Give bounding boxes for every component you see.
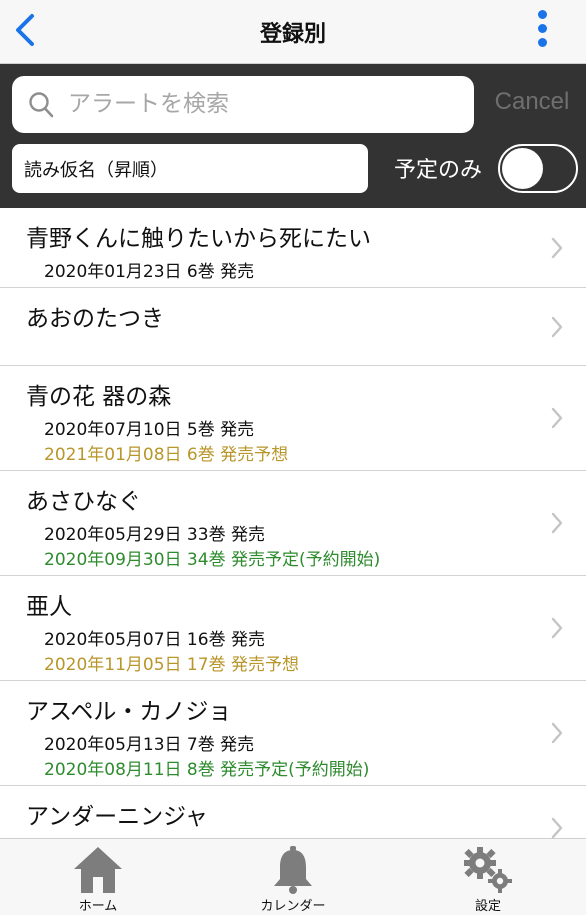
title-list: 青野くんに触りたいから死にたい 2020年01月23日 6巻 発売 あおのたつき…	[0, 208, 586, 838]
item-scheduled-info: 2020年08月11日 8巻 発売予定(予約開始)	[44, 760, 370, 780]
tab-label: ホーム	[78, 899, 118, 914]
list-item[interactable]: 亜人 2020年05月07日 16巻 発売 2020年11月05日 17巻 発売…	[0, 576, 586, 681]
list-item[interactable]: あさひなぐ 2020年05月29日 33巻 発売 2020年09月30日 34巻…	[0, 471, 586, 576]
toggle-knob	[502, 148, 543, 189]
gear-icon	[464, 847, 512, 893]
chevron-right-icon	[551, 512, 563, 534]
cancel-button[interactable]: Cancel	[486, 88, 578, 116]
search-icon	[29, 92, 54, 118]
tab-calendar[interactable]: カレンダー	[195, 839, 391, 915]
list-item[interactable]: 青の花 器の森 2020年07月10日 5巻 発売 2021年01月08日 6巻…	[0, 366, 586, 471]
item-title: あさひなぐ	[26, 489, 141, 515]
item-release-info: 2020年05月07日 16巻 発売	[44, 630, 265, 650]
item-forecast-info: 2020年11月05日 17巻 発売予想	[44, 655, 299, 675]
scheduled-only-label: 予定のみ	[394, 158, 483, 183]
tab-bar: ホーム カレンダー 設定	[0, 838, 586, 915]
search-filter-panel: Cancel 読み仮名（昇順） 予定のみ	[0, 64, 586, 208]
list-item[interactable]: アンダーニンジャ	[0, 786, 586, 838]
item-release-info: 2020年01月23日 6巻 発売	[44, 262, 255, 282]
chevron-right-icon	[551, 316, 563, 338]
item-title: アンダーニンジャ	[26, 804, 208, 830]
list-item[interactable]: アスペル・カノジョ 2020年05月13日 7巻 発売 2020年08月11日 …	[0, 681, 586, 786]
chevron-right-icon	[551, 617, 563, 639]
list-item[interactable]: 青野くんに触りたいから死にたい 2020年01月23日 6巻 発売	[0, 208, 586, 288]
home-icon	[74, 847, 122, 893]
navigation-bar: 登録別	[0, 0, 586, 64]
tab-label: 設定	[474, 899, 501, 914]
item-release-info: 2020年07月10日 5巻 発売	[44, 420, 255, 440]
item-title: 青の花 器の森	[26, 384, 172, 410]
item-title: 青野くんに触りたいから死にたい	[26, 226, 371, 252]
item-scheduled-info: 2020年09月30日 34巻 発売予定(予約開始)	[44, 550, 381, 570]
tab-label: カレンダー	[260, 899, 326, 914]
chevron-right-icon	[551, 722, 563, 744]
search-input[interactable]	[68, 84, 463, 124]
chevron-right-icon	[551, 407, 563, 429]
tab-home[interactable]: ホーム	[0, 839, 196, 915]
sort-order-select[interactable]: 読み仮名（昇順）	[12, 144, 368, 193]
item-release-info: 2020年05月29日 33巻 発売	[44, 525, 265, 545]
tab-settings[interactable]: 設定	[390, 839, 586, 915]
item-forecast-info: 2021年01月08日 6巻 発売予想	[44, 445, 289, 465]
page-title: 登録別	[259, 22, 326, 47]
item-title: あおのたつき	[26, 306, 164, 332]
scheduled-only-toggle[interactable]	[498, 144, 578, 193]
search-box[interactable]	[12, 76, 474, 133]
bell-icon	[274, 846, 312, 894]
list-item[interactable]: あおのたつき	[0, 288, 586, 366]
chevron-right-icon	[551, 817, 563, 838]
item-title: アスペル・カノジョ	[26, 699, 232, 725]
chevron-right-icon	[551, 237, 563, 259]
item-title: 亜人	[26, 594, 72, 620]
more-options-icon[interactable]	[536, 10, 548, 50]
item-release-info: 2020年05月13日 7巻 発売	[44, 735, 255, 755]
